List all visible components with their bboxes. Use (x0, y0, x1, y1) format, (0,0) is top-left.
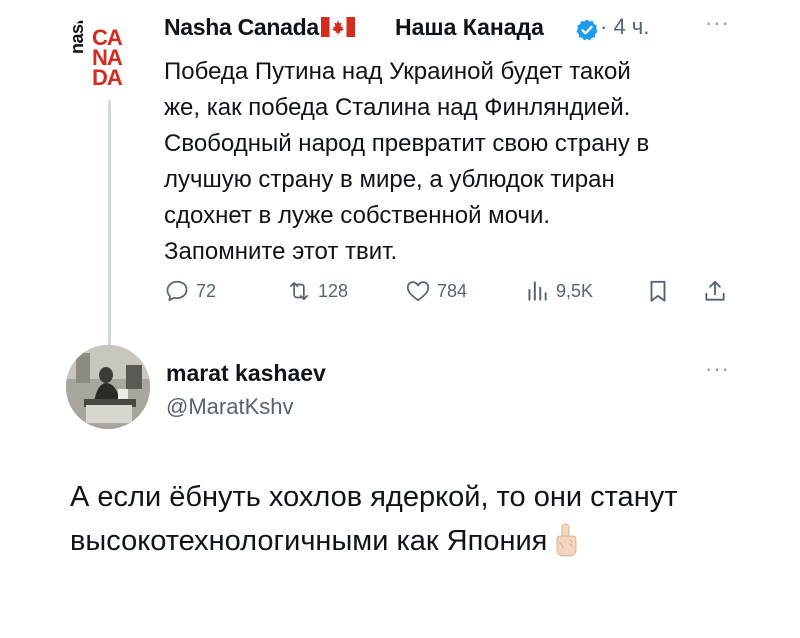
retweet-count: 128 (318, 280, 349, 301)
tweet-text: Победа Путина над Украиной будет такой ж… (164, 58, 650, 265)
thread-connector-line (108, 100, 111, 345)
heart-icon (406, 281, 430, 302)
views-button[interactable]: 9,5K (524, 278, 593, 304)
author-name-ru[interactable]: Наша Канада (395, 14, 544, 41)
more-options-icon[interactable]: ··· (705, 356, 730, 382)
verified-badge-icon (575, 18, 599, 42)
more-options-icon[interactable]: ··· (705, 10, 730, 36)
author-name[interactable]: marat kashaev (166, 360, 326, 387)
bookmark-button[interactable] (645, 278, 671, 304)
retweet-icon (290, 282, 308, 300)
index-pointing-up-emoji-icon (551, 522, 581, 558)
tweet-timestamp[interactable]: · 4 ч. (600, 14, 649, 40)
retweet-button[interactable]: 128 (286, 278, 348, 304)
views-count: 9,5K (556, 280, 594, 301)
author-name[interactable]: Nasha Canada (164, 14, 359, 41)
like-button[interactable]: 784 (405, 278, 467, 304)
avatar-marat-kashaev[interactable] (66, 345, 150, 429)
bookmark-icon (650, 280, 666, 302)
canada-flag-icon (320, 16, 356, 38)
author-handle[interactable]: @MaratKshv (166, 394, 293, 420)
reply-button[interactable]: 72 (164, 278, 216, 304)
share-icon (705, 280, 725, 301)
views-chart-icon (528, 281, 547, 301)
avatar-nasha-canada[interactable]: nasha CA NA DA (62, 14, 142, 94)
logo-text-nasha: nasha (67, 14, 87, 54)
avatar-photo (66, 345, 150, 429)
logo-text-canada: CA NA DA (92, 25, 123, 90)
like-count: 784 (437, 280, 468, 301)
reply-icon (166, 280, 188, 302)
reply-count: 72 (196, 280, 217, 301)
share-button[interactable] (702, 278, 728, 304)
reply-text: А если ёбнуть хохлов ядеркой, то они ста… (70, 481, 678, 558)
